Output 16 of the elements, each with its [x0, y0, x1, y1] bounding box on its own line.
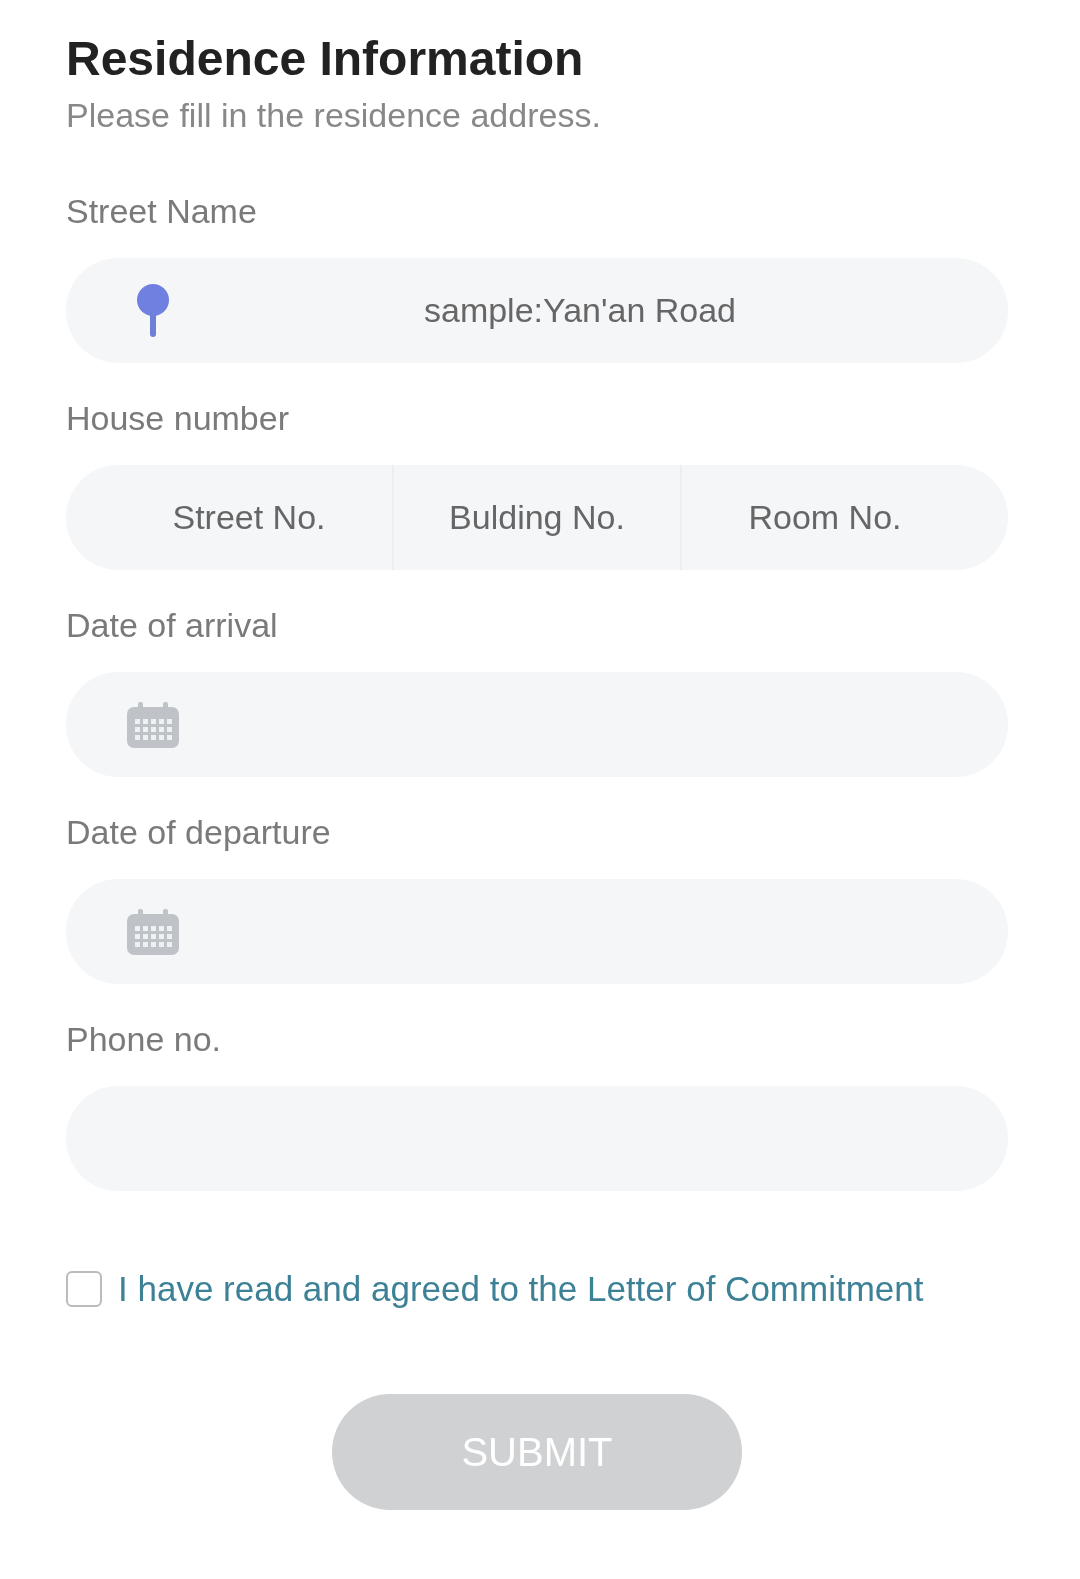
field-label: Date of arrival — [66, 605, 278, 646]
input-field[interactable]: Bulding No. — [394, 465, 680, 570]
page-subtitle: Please fill in the residence address. — [66, 95, 602, 136]
house-number-field[interactable]: Street No. Bulding No. Room No. — [66, 465, 1008, 570]
field-label: Street Name — [66, 191, 257, 232]
input-field[interactable]: Street No. — [106, 465, 392, 570]
commitment-link[interactable]: I have read and agreed to the Letter of Commitment — [118, 1263, 924, 1316]
field-label: Date of departure — [66, 812, 331, 853]
calendar-icon — [126, 907, 180, 956]
pin-icon — [136, 282, 170, 339]
calendar-icon — [126, 700, 180, 749]
field-label: Phone no. — [66, 1019, 222, 1060]
field-label: House number — [66, 398, 289, 439]
input-field[interactable]: Room No. — [682, 465, 968, 570]
agreement-checkbox[interactable] — [66, 1271, 102, 1308]
page-title: Residence Information — [66, 31, 585, 87]
